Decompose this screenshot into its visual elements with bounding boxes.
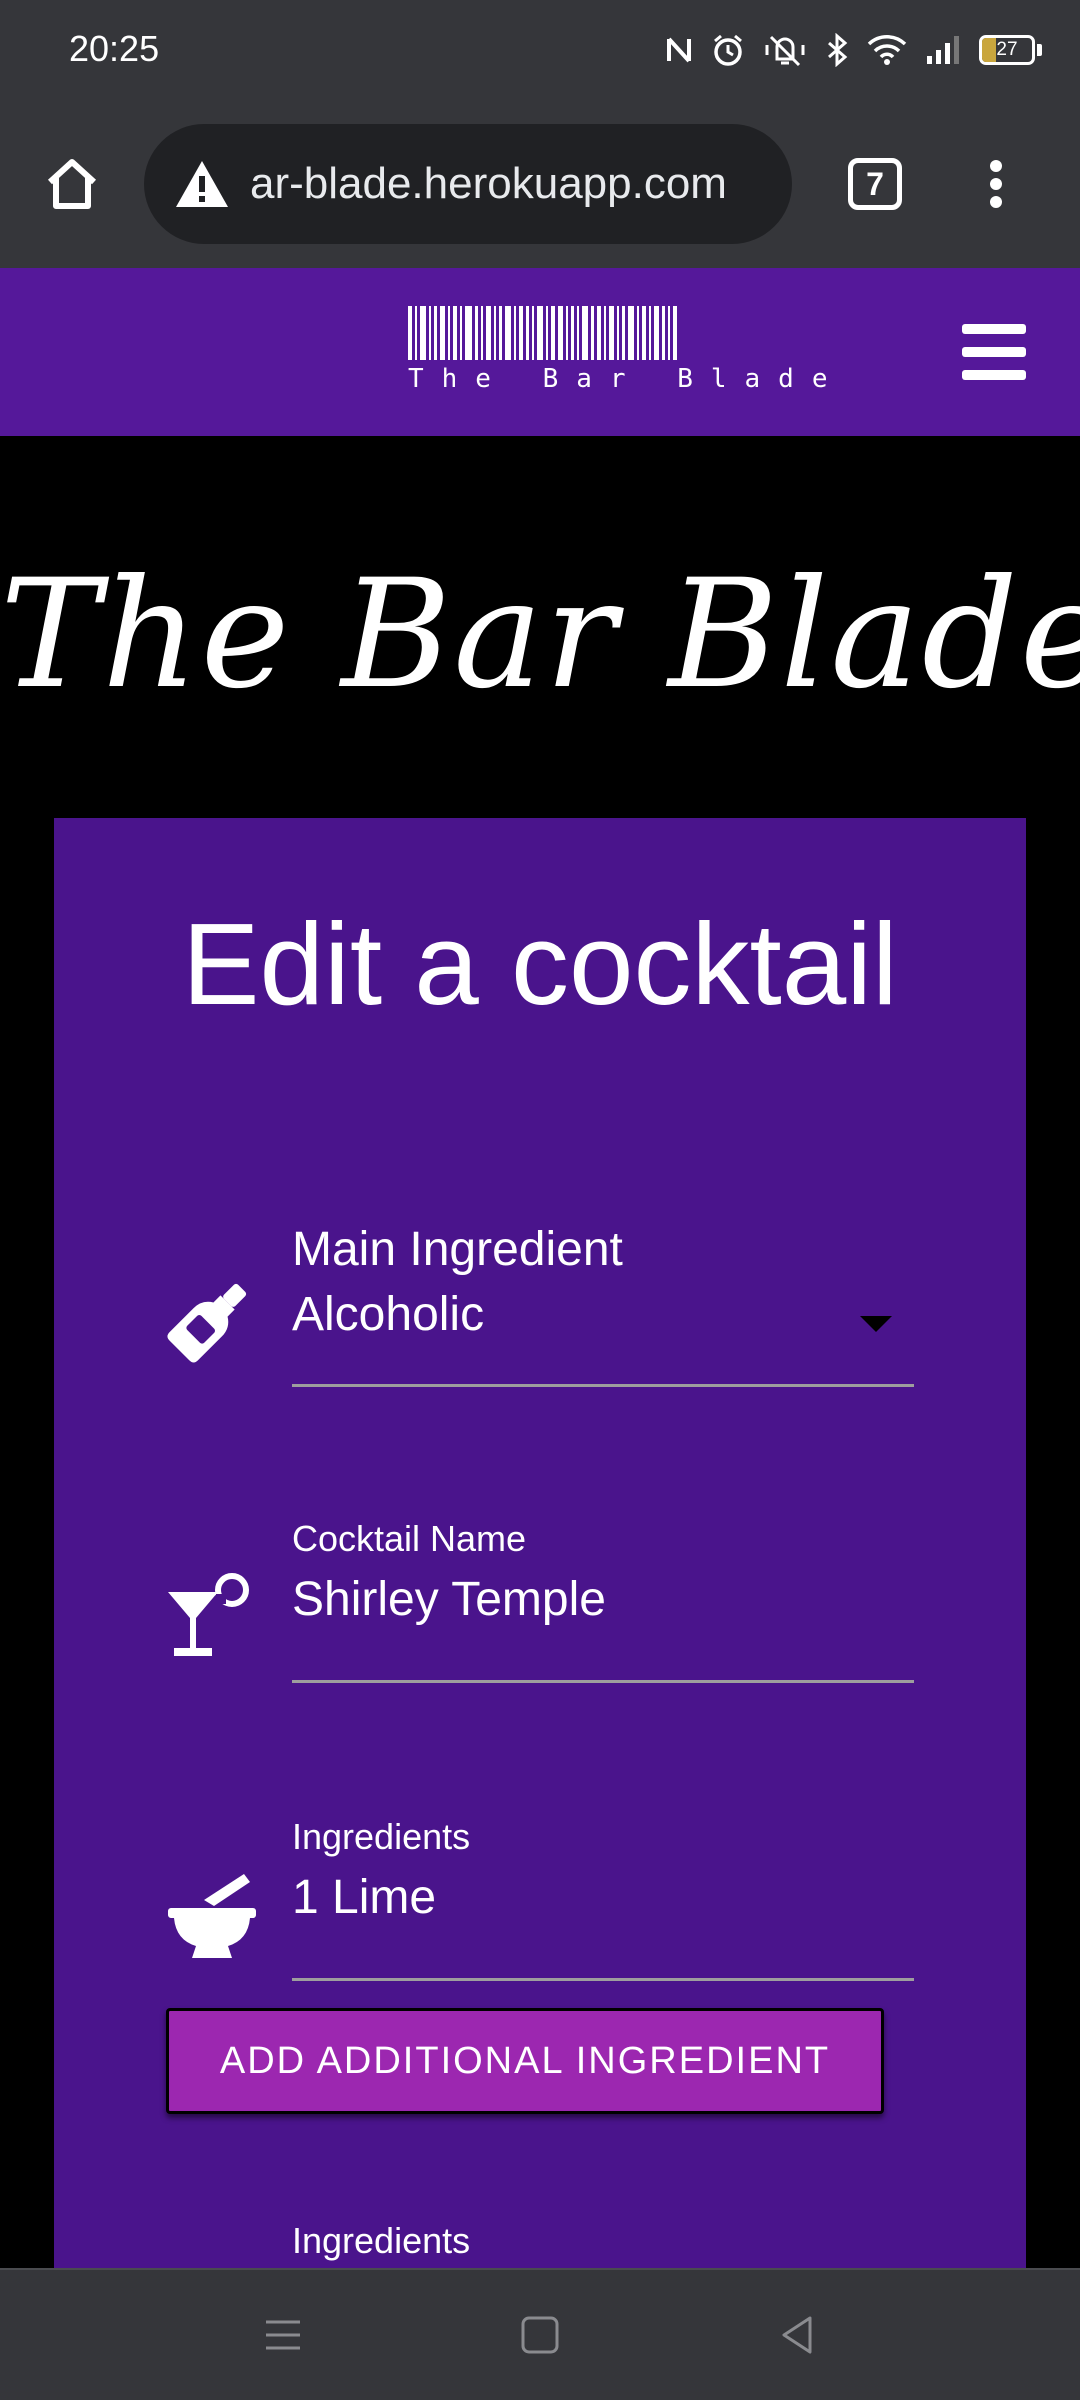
main-ingredient-label: Main Ingredient [292, 1223, 623, 1276]
vibrate-off-icon [765, 35, 805, 67]
battery-icon: 27 [979, 35, 1042, 65]
cocktail-name-underline [292, 1680, 914, 1683]
status-time: 20:25 [69, 28, 160, 69]
home-nav-icon[interactable] [515, 2310, 565, 2360]
warning-icon[interactable] [174, 159, 230, 209]
ingredients-label: Ingredients [292, 1816, 471, 1857]
barcode-logo [408, 306, 780, 360]
cocktail-name-label: Cocktail Name [292, 1518, 527, 1559]
main-ingredient-underline [292, 1384, 914, 1387]
main-ingredient-value[interactable]: Alcoholic [292, 1287, 914, 1342]
signal-icon [927, 36, 959, 64]
add-ingredient-button[interactable]: ADD ADDITIONAL INGREDIENT [166, 2008, 884, 2114]
home-button[interactable] [40, 152, 104, 216]
ingredient-underline-1 [292, 1978, 914, 1981]
tab-switcher-button[interactable]: 7 [848, 158, 902, 210]
brand-text: The Bar Blade [408, 364, 846, 394]
recent-apps-icon[interactable] [258, 2310, 308, 2360]
chevron-down-icon[interactable] [860, 1316, 892, 1332]
cocktail-glass-icon [168, 1573, 249, 1656]
more-vert-icon[interactable] [976, 152, 1016, 216]
brand-logo[interactable]: The Bar Blade [408, 306, 846, 398]
status-icons: 27 [665, 28, 1042, 72]
nfc-icon [667, 37, 691, 63]
hero-title: The Bar Blade [0, 548, 1080, 722]
wifi-icon [867, 35, 907, 65]
url-text: ar-blade.herokuapp.com [250, 159, 727, 208]
ingredients-label-2: Ingredients [292, 2220, 471, 2261]
status-bar: 20:25 27 [0, 0, 1080, 100]
site-navbar: The Bar Blade [0, 268, 1080, 436]
bottle-icon [167, 1283, 247, 1363]
home-icon [47, 159, 97, 209]
cocktail-name-input[interactable]: Shirley Temple [292, 1572, 914, 1627]
bluetooth-icon [828, 33, 848, 67]
alarm-icon [714, 34, 742, 66]
hamburger-menu-icon[interactable] [962, 324, 1026, 380]
edit-cocktail-card: Edit a cocktail Main Ingredient Alcoholi… [54, 818, 1026, 2268]
card-title: Edit a cocktail [182, 899, 898, 1029]
mortar-pestle-icon [168, 1874, 256, 1958]
browser-toolbar: ar-blade.herokuapp.com 7 [0, 100, 1080, 268]
ingredient-input-1[interactable]: 1 Lime [292, 1870, 914, 1925]
battery-level: 27 [996, 39, 1018, 60]
address-bar[interactable]: ar-blade.herokuapp.com [144, 124, 792, 244]
system-nav-bar [0, 2268, 1080, 2400]
back-icon[interactable] [772, 2310, 822, 2360]
